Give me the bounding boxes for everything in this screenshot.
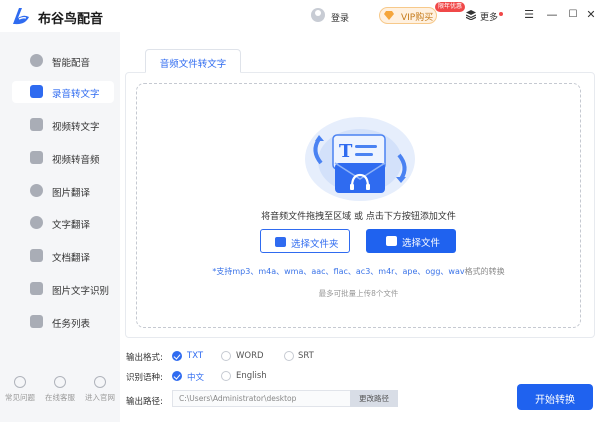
ocr-icon [30, 282, 43, 295]
sidebar-item-label: 视频转音频 [52, 155, 100, 166]
formats-list: *支持mp3、m4a、wma、aac、flac、ac3、m4r、ape、ogg、… [212, 267, 465, 276]
online-service-link[interactable]: 在线客服 [42, 376, 78, 403]
file-plus-icon [386, 236, 397, 246]
vip-purchase-label: VIP购买 [401, 13, 434, 23]
sidebar-item-label: 文字翻译 [52, 220, 91, 231]
sidebar-item-doc-translate[interactable]: 文档翻译 [12, 245, 114, 267]
change-path-button[interactable]: 更改路径 [350, 390, 398, 407]
sidebar-item-video-to-text[interactable]: 视频转文字 [12, 114, 114, 136]
start-convert-label: 开始转换 [535, 395, 575, 406]
radio-txt[interactable] [172, 351, 182, 361]
formats-suffix: 格式的转换 [464, 267, 505, 276]
sidebar: 智能配音 录音转文字 视频转文字 视频转音频 图片翻译 文字翻译 文档翻译 图片… [0, 32, 120, 422]
select-file-label: 选择文件 [402, 238, 441, 249]
sidebar-item-label: 任务列表 [52, 319, 91, 330]
upload-limit-text: 最多可批量上传8个文件 [318, 289, 399, 298]
image-translate-icon [30, 184, 43, 197]
sidebar-item-task-list[interactable]: 任务列表 [12, 311, 114, 333]
sidebar-item-label: 图片翻译 [52, 188, 91, 199]
close-icon[interactable]: ✕ [584, 8, 598, 22]
title-bar: 布谷鸟配音 登录 VIP购买 限年优惠 更多 ☰ — ☐ ✕ [0, 0, 600, 32]
user-avatar-icon[interactable] [311, 8, 325, 22]
radio-word[interactable] [221, 351, 231, 361]
radio-word-label: WORD [236, 351, 264, 361]
online-service-label: 在线客服 [45, 393, 75, 402]
svg-text:T: T [339, 141, 353, 162]
diamond-icon [384, 11, 394, 20]
audio-to-text-icon [30, 85, 43, 98]
select-folder-label: 选择文件夹 [291, 239, 339, 250]
app-logo-icon [13, 8, 29, 25]
sidebar-item-image-translate[interactable]: 图片翻译 [12, 180, 114, 202]
sidebar-item-label: 图片文字识别 [52, 286, 110, 297]
radio-chinese[interactable] [172, 371, 182, 381]
maximize-icon[interactable]: ☐ [566, 8, 580, 22]
language-label: 识别语种: [126, 373, 163, 383]
sidebar-item-label: 智能配音 [52, 58, 91, 69]
official-site-link[interactable]: 进入官网 [82, 376, 118, 403]
faq-label: 常见问题 [5, 393, 35, 402]
app-title: 布谷鸟配音 [38, 12, 104, 27]
sidebar-item-label: 录音转文字 [52, 89, 100, 100]
folder-plus-icon [275, 237, 286, 247]
help-icon [14, 376, 26, 388]
service-icon [54, 376, 66, 388]
output-format-label: 输出格式: [126, 353, 163, 363]
radio-english-label: English [236, 371, 267, 381]
supported-formats-text: *支持mp3、m4a、wma、aac、flac、ac3、m4r、ape、ogg、… [136, 266, 581, 277]
tab-audio-to-text[interactable]: 音频文件转文字 [145, 49, 241, 73]
login-link[interactable]: 登录 [331, 11, 349, 24]
radio-srt[interactable] [284, 351, 294, 361]
minimize-icon[interactable]: — [545, 8, 559, 22]
sidebar-item-text-translate[interactable]: 文字翻译 [12, 212, 114, 234]
sidebar-item-smart-dubbing[interactable]: 智能配音 [12, 50, 114, 72]
faq-link[interactable]: 常见问题 [2, 376, 38, 403]
start-convert-button[interactable]: 开始转换 [517, 384, 593, 410]
radio-chinese-label: 中文 [187, 373, 205, 383]
output-path-input[interactable] [172, 390, 350, 407]
layers-icon[interactable] [466, 10, 476, 20]
official-site-label: 进入官网 [85, 393, 115, 402]
website-icon [94, 376, 106, 388]
sidebar-item-audio-to-text[interactable]: 录音转文字 [12, 81, 114, 103]
sidebar-item-video-to-audio[interactable]: 视频转音频 [12, 147, 114, 169]
output-path-label: 输出路径: [126, 397, 163, 407]
vip-purchase-button[interactable]: VIP购买 [379, 7, 437, 24]
radio-txt-label: TXT [187, 351, 204, 361]
video-audio-icon [30, 151, 43, 164]
video-icon [30, 118, 43, 131]
tab-label: 音频文件转文字 [159, 59, 227, 70]
select-folder-button[interactable]: 选择文件夹 [260, 229, 350, 253]
task-list-icon [30, 315, 43, 328]
promo-badge: 限年优惠 [435, 2, 466, 12]
menu-icon[interactable]: ☰ [522, 8, 536, 22]
sidebar-item-label: 文档翻译 [52, 253, 91, 264]
radio-english[interactable] [221, 371, 231, 381]
more-menu-label[interactable]: 更多 [480, 10, 498, 23]
text-translate-icon [30, 216, 43, 229]
doc-translate-icon [30, 249, 43, 262]
sidebar-item-label: 视频转文字 [52, 122, 100, 133]
select-file-button[interactable]: 选择文件 [366, 229, 456, 253]
drop-hint-text: 将音频文件拖拽至区域 或 点击下方按钮添加文件 [261, 212, 456, 222]
audio-text-illustration-icon: T [305, 117, 415, 201]
sidebar-item-ocr[interactable]: 图片文字识别 [12, 278, 114, 300]
radio-srt-label: SRT [298, 351, 314, 361]
notification-dot [499, 12, 503, 16]
microphone-icon [30, 54, 43, 67]
